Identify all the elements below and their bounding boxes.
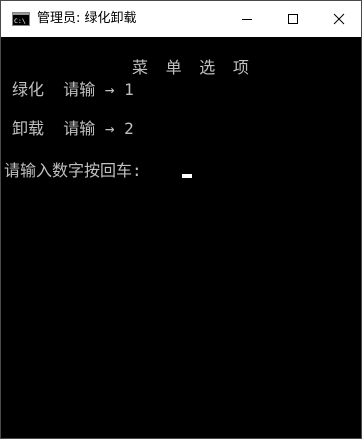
- menu-heading: 菜 单 选 项: [132, 58, 253, 77]
- console-icon: C:\: [12, 12, 30, 26]
- window-title: 管理员: 绿化卸载: [37, 11, 137, 26]
- maximize-button[interactable]: [270, 1, 316, 37]
- close-icon: [333, 13, 345, 25]
- menu-option-green: 绿化 请输 → 1: [12, 80, 134, 99]
- menu-option-uninstall: 卸载 请输 → 2: [12, 119, 134, 138]
- console-output[interactable]: 菜 单 选 项 绿化 请输 → 1 卸载 请输 → 2 请输入数字按回车:: [1, 37, 361, 438]
- maximize-icon: [288, 14, 298, 24]
- minimize-button[interactable]: [224, 1, 270, 37]
- title-bar[interactable]: C:\ 管理员: 绿化卸载: [1, 1, 361, 37]
- close-button[interactable]: [316, 1, 361, 37]
- console-window: C:\ 管理员: 绿化卸载 菜 单 选 项 绿化 请输 → 1 卸载 请输 → …: [0, 0, 362, 439]
- text-cursor[interactable]: [182, 174, 192, 178]
- minimize-icon: [242, 19, 252, 20]
- svg-text:C:\: C:\: [14, 17, 26, 25]
- input-prompt: 请输入数字按回车:: [4, 161, 142, 180]
